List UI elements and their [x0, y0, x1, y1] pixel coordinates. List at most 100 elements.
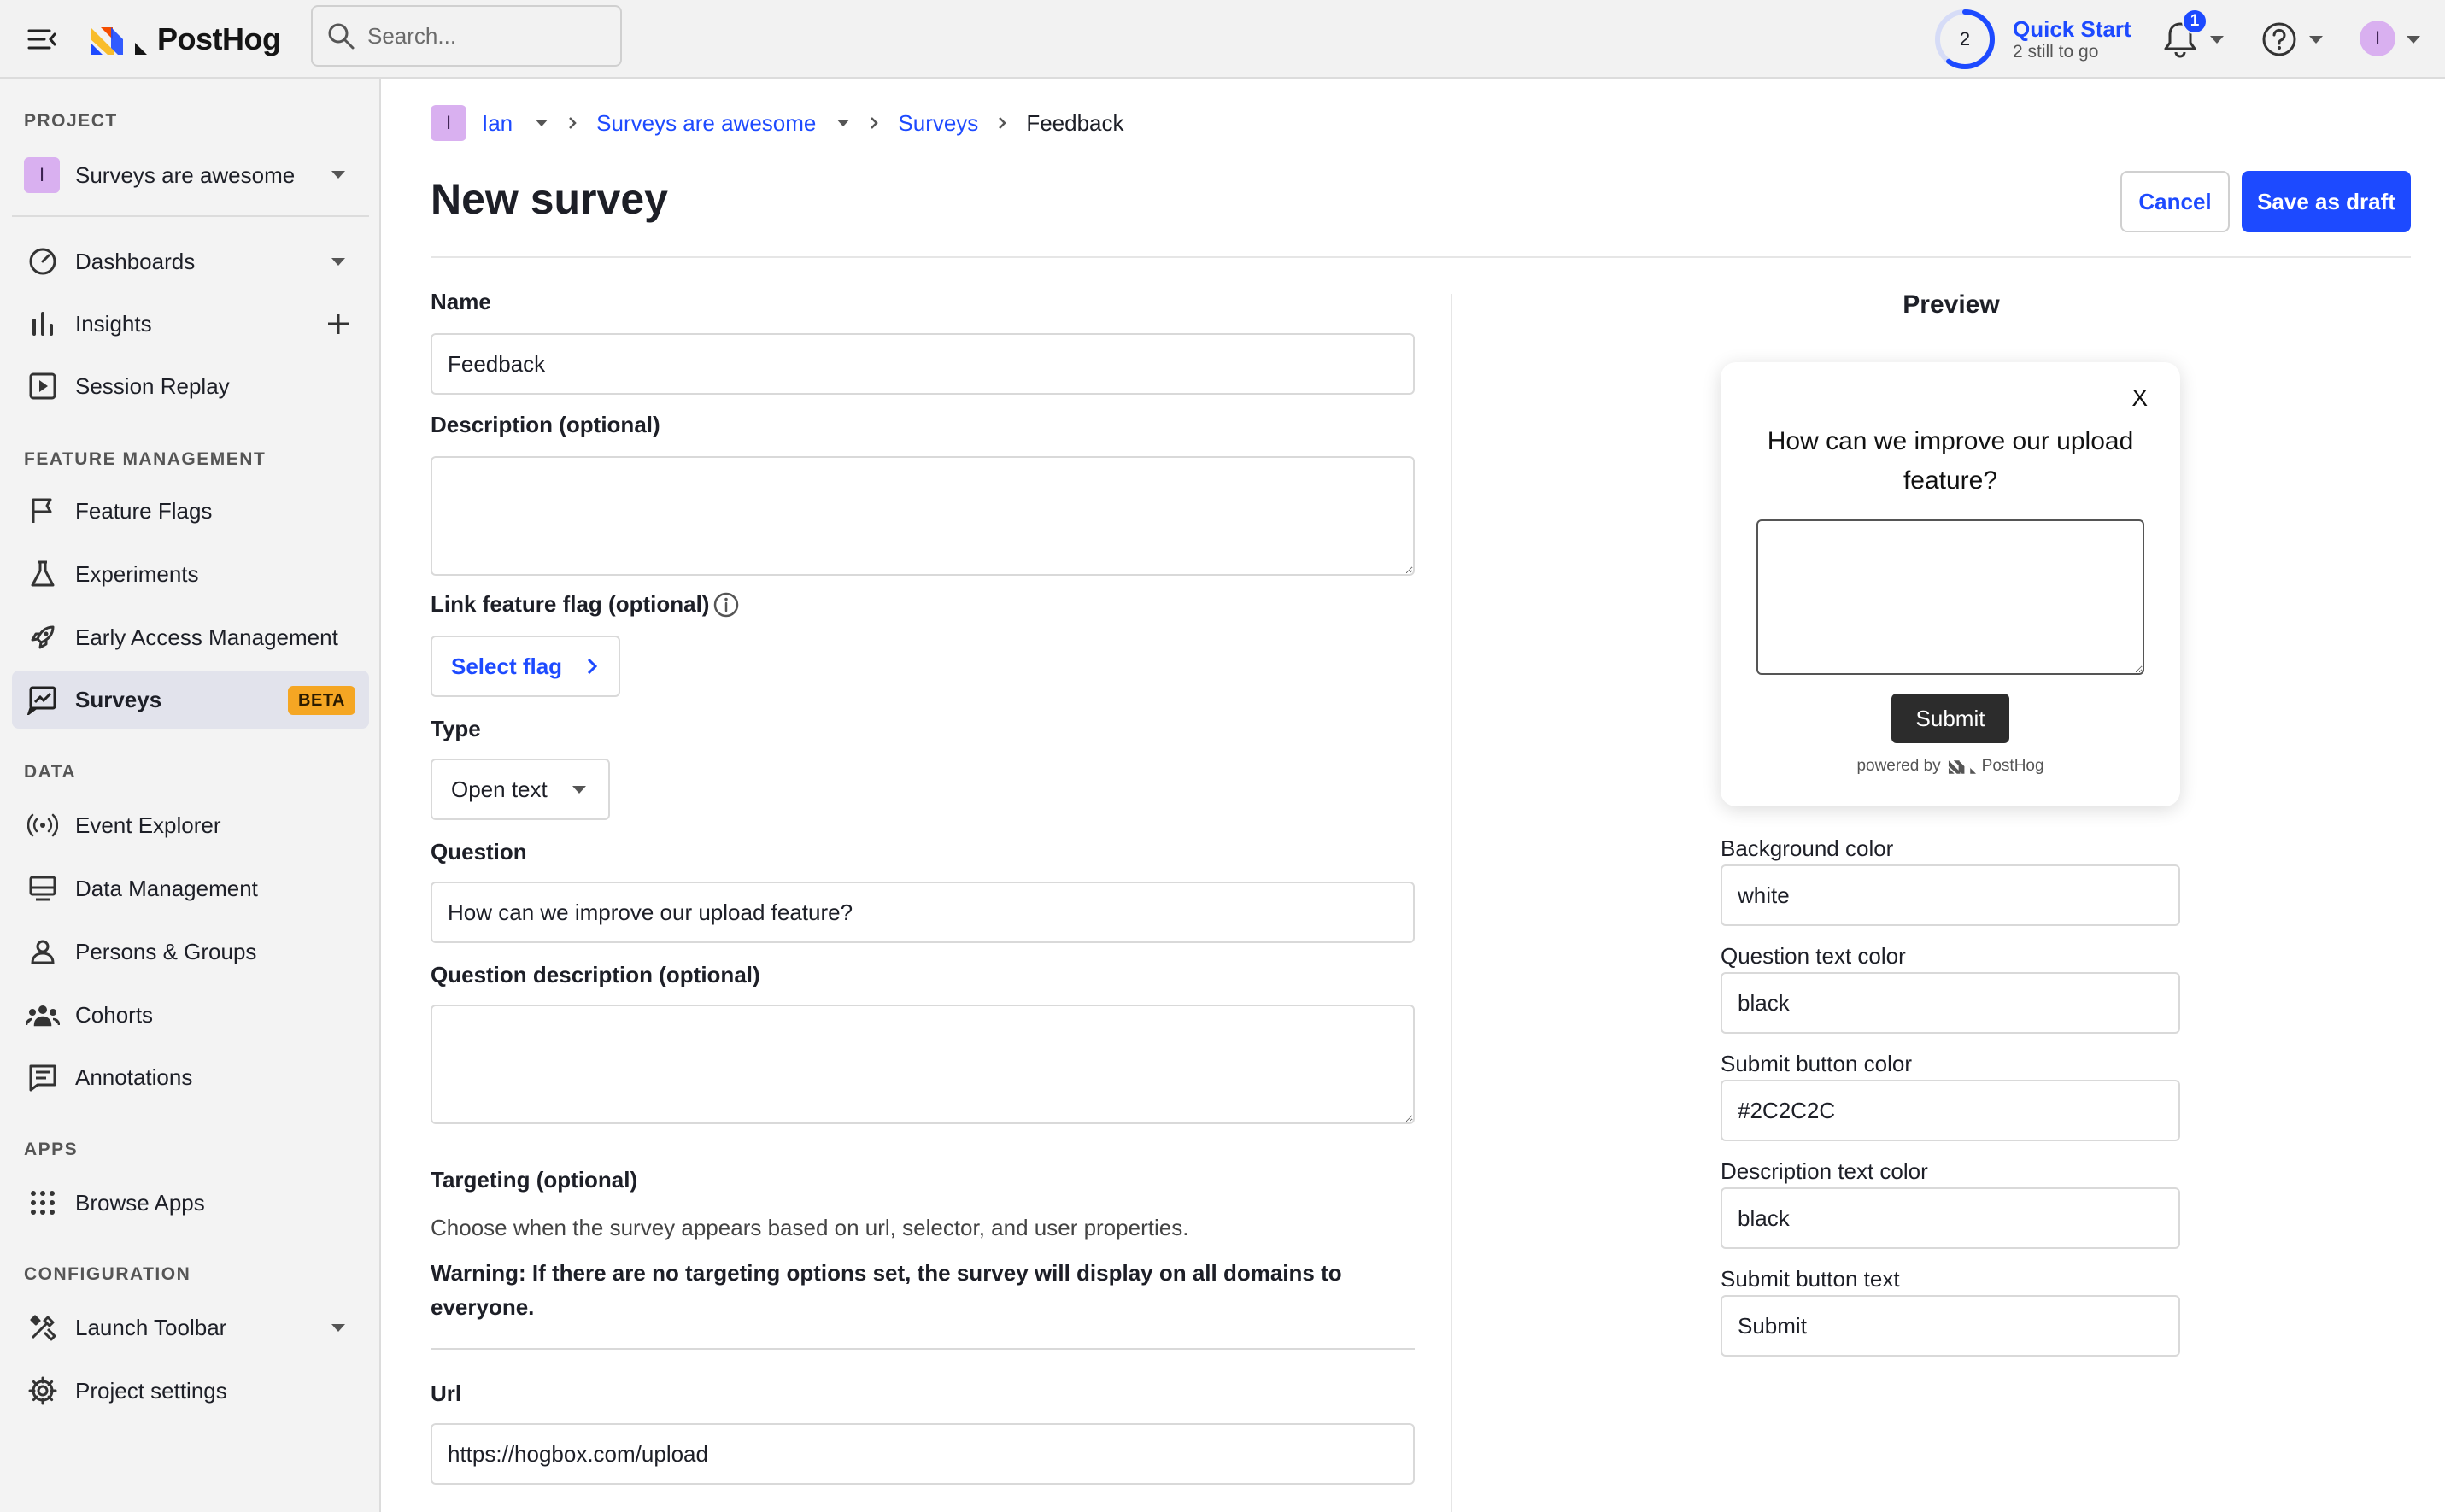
- submit-button-color-label: Submit button color: [1721, 1051, 1913, 1076]
- select-flag-button[interactable]: Select flag: [431, 636, 620, 697]
- question-label: Question: [431, 839, 527, 864]
- sidebar-item-surveys[interactable]: Surveys BETA: [12, 671, 369, 729]
- breadcrumb-org[interactable]: Ian: [482, 110, 513, 137]
- breadcrumb-surveys[interactable]: Surveys: [898, 110, 978, 137]
- sidebar-item-label: Project settings: [75, 1377, 227, 1404]
- group-icon: [26, 998, 60, 1032]
- tools-icon: [26, 1310, 60, 1345]
- sidebar-item-experiments[interactable]: Experiments: [12, 545, 369, 603]
- question-description-textarea[interactable]: [431, 1005, 1415, 1124]
- chevron-down-icon[interactable]: [321, 244, 355, 278]
- powered-by-brand: PostHog: [1981, 757, 2044, 775]
- sidebar-section-configuration: CONFIGURATION: [24, 1264, 191, 1284]
- sidebar-item-cohorts[interactable]: Cohorts: [12, 986, 369, 1044]
- info-icon[interactable]: [712, 591, 740, 618]
- preview-title-text: Preview: [1903, 290, 2000, 319]
- quick-start-button[interactable]: 2 Quick Start 2 still to go: [1932, 5, 2146, 73]
- sidebar-item-dashboards[interactable]: Dashboards: [12, 232, 369, 290]
- posthog-logo[interactable]: PostHog: [89, 17, 281, 62]
- submit-button-text-input[interactable]: [1721, 1295, 2180, 1357]
- name-input[interactable]: [431, 333, 1415, 395]
- targeting-label: Targeting (optional): [431, 1167, 638, 1193]
- dashboard-gauge-icon: [26, 244, 60, 278]
- question-input[interactable]: [431, 882, 1415, 943]
- preview-submit-button[interactable]: Submit: [1891, 694, 2009, 743]
- broadcast-icon: [26, 808, 60, 842]
- sidebar-item-label: Data Management: [75, 875, 258, 901]
- page-title: New survey: [431, 175, 668, 223]
- plus-icon[interactable]: [321, 307, 355, 341]
- help-icon: [2262, 22, 2296, 56]
- sidebar-item-project-settings[interactable]: Project settings: [12, 1362, 369, 1420]
- url-input[interactable]: [431, 1423, 1415, 1485]
- search-input[interactable]: [366, 21, 605, 50]
- annotation-icon: [26, 1060, 60, 1094]
- person-icon: [26, 935, 60, 969]
- user-menu-button[interactable]: I: [2360, 15, 2428, 63]
- submit-button-color-input[interactable]: [1721, 1080, 2180, 1141]
- top-bar: PostHog 2 Quick Start 2 still to go 1 I: [0, 0, 2445, 79]
- sidebar-item-browse-apps[interactable]: Browse Apps: [12, 1174, 369, 1232]
- sidebar-section-project: PROJECT: [24, 111, 118, 131]
- chevron-right-icon: [997, 115, 1007, 131]
- background-color-input[interactable]: [1721, 864, 2180, 926]
- sidebar-item-event-explorer[interactable]: Event Explorer: [12, 796, 369, 854]
- sidebar-item-label: Early Access Management: [75, 624, 338, 650]
- breadcrumb: I Ian Surveys are awesome Surveys Feedba…: [431, 104, 1124, 142]
- chevron-right-icon: [869, 115, 879, 131]
- type-select[interactable]: Open text: [431, 759, 610, 820]
- sidebar-item-data-management[interactable]: Data Management: [12, 859, 369, 917]
- sidebar-item-label: Event Explorer: [75, 812, 221, 838]
- project-switcher[interactable]: I Surveys are awesome: [12, 145, 369, 205]
- description-textarea[interactable]: [431, 456, 1415, 576]
- sidebar-item-label: Session Replay: [75, 372, 230, 399]
- quick-start-title: Quick Start: [2013, 16, 2131, 42]
- search-icon: [328, 23, 355, 50]
- notifications-button[interactable]: 1: [2161, 9, 2230, 63]
- bar-chart-icon: [26, 307, 60, 341]
- sidebar-item-early-access[interactable]: Early Access Management: [12, 608, 369, 666]
- help-button[interactable]: [2260, 15, 2329, 63]
- preview-answer-textarea[interactable]: [1756, 519, 2144, 675]
- breadcrumb-project[interactable]: Surveys are awesome: [596, 110, 816, 137]
- chevron-down-icon[interactable]: [836, 119, 850, 127]
- sidebar-item-annotations[interactable]: Annotations: [12, 1048, 369, 1106]
- sidebar-item-label: Feature Flags: [75, 497, 213, 524]
- name-label: Name: [431, 289, 491, 314]
- sidebar-item-feature-flags[interactable]: Feature Flags: [12, 482, 369, 540]
- chevron-down-icon: [2210, 36, 2224, 44]
- gear-icon: [26, 1374, 60, 1408]
- description-text-color-input[interactable]: [1721, 1187, 2180, 1249]
- database-icon: [26, 871, 60, 905]
- chevron-down-icon: [321, 157, 355, 191]
- section-divider: [431, 1348, 1415, 1350]
- flag-icon: [26, 494, 60, 528]
- targeting-warning: Warning: If there are no targeting optio…: [431, 1260, 1342, 1320]
- notification-count-badge: 1: [2182, 9, 2208, 34]
- question-description-label: Question description (optional): [431, 962, 760, 987]
- chevron-down-icon[interactable]: [321, 1310, 355, 1345]
- play-square-icon: [26, 369, 60, 403]
- quick-start-count: 2: [1959, 28, 1971, 50]
- sidebar-item-label: Cohorts: [75, 1001, 154, 1028]
- description-text-color-label: Description text color: [1721, 1158, 1928, 1184]
- grid-dots-icon: [26, 1186, 60, 1220]
- search-box[interactable]: [311, 5, 622, 67]
- sidebar-item-launch-toolbar[interactable]: Launch Toolbar: [12, 1298, 369, 1357]
- feature-flag-label: Link feature flag (optional): [431, 591, 710, 617]
- flask-icon: [26, 557, 60, 591]
- type-label: Type: [431, 716, 481, 741]
- chevron-down-icon[interactable]: [535, 119, 548, 127]
- type-selected-value: Open text: [451, 776, 548, 802]
- sidebar-item-insights[interactable]: Insights: [12, 295, 369, 353]
- sidebar: PROJECT I Surveys are awesome Dashboards…: [0, 79, 381, 1512]
- preview-close-button[interactable]: X: [2131, 384, 2148, 412]
- sidebar-item-label: Browse Apps: [75, 1189, 205, 1216]
- menu-collapse-icon[interactable]: [26, 22, 60, 56]
- question-text-color-input[interactable]: [1721, 972, 2180, 1034]
- cancel-button[interactable]: Cancel: [2120, 171, 2230, 232]
- chevron-down-icon: [2309, 36, 2323, 44]
- save-as-draft-button[interactable]: Save as draft: [2242, 171, 2411, 232]
- sidebar-item-session-replay[interactable]: Session Replay: [12, 357, 369, 415]
- sidebar-item-persons-groups[interactable]: Persons & Groups: [12, 923, 369, 981]
